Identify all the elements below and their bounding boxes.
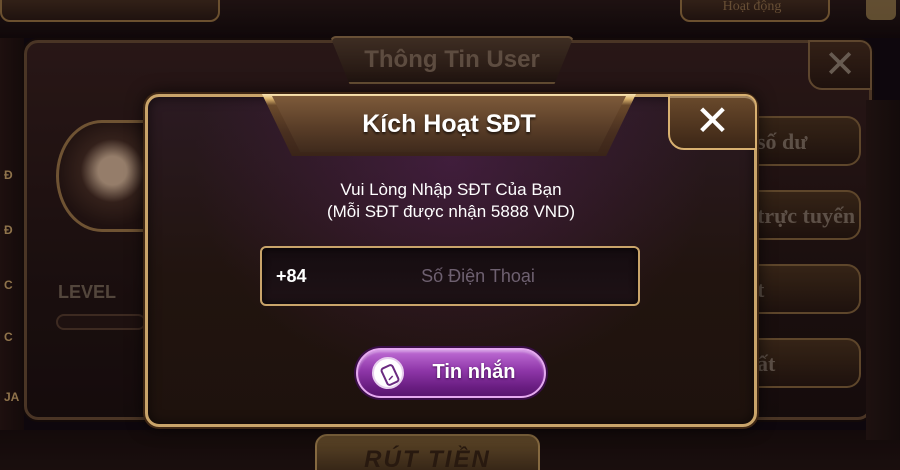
instruction-line-1: Vui Lòng Nhập SĐT Của Bạn <box>340 180 562 199</box>
country-code: +84 <box>276 266 307 286</box>
phone-icon <box>372 357 404 389</box>
modal-close-button[interactable]: ✕ <box>668 94 757 150</box>
instruction-line-2: (Mỗi SĐT được nhận 5888 VND) <box>326 202 576 221</box>
sms-button-label: Tin nhắn <box>432 361 516 383</box>
modal-title: Kích Hoạt SĐT <box>362 110 536 138</box>
close-icon: ✕ <box>694 97 731 144</box>
phone-number-input[interactable] <box>330 256 626 296</box>
